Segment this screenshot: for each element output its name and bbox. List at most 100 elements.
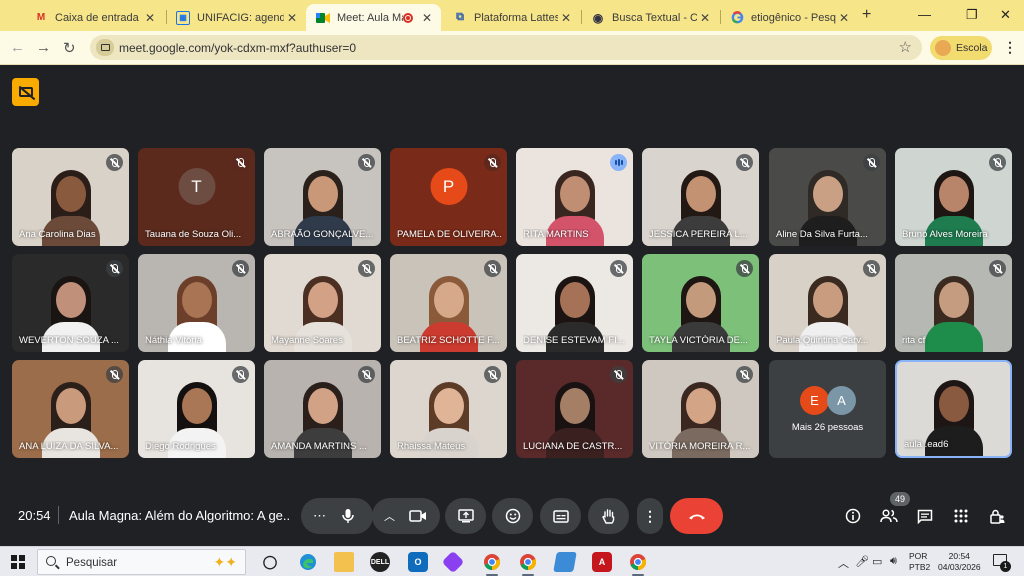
participant-tile[interactable]: AMANDA MARTINS ... — [264, 360, 381, 458]
back-icon[interactable]: ← — [10, 39, 25, 56]
bookmark-star-icon[interactable]: ☆ — [899, 38, 912, 56]
participant-tile[interactable]: Diego Rodrigues — [138, 360, 255, 458]
reload-icon[interactable]: ↻ — [63, 39, 76, 57]
participant-tile[interactable]: LUCIANA DE CASTR... — [516, 360, 633, 458]
participant-tile[interactable]: ANA LUIZA DA SILVA... — [12, 360, 129, 458]
address-bar[interactable]: meet.google.com/yok-cdxm-mxf?authuser=0 … — [90, 35, 922, 60]
chat-button[interactable] — [915, 506, 935, 526]
keyboard-layout: PTB2 — [909, 562, 931, 572]
people-button[interactable] — [879, 506, 899, 526]
participant-tile[interactable]: Ana Carolina Dias — [12, 148, 129, 246]
close-icon[interactable]: ✕ — [419, 11, 435, 25]
participant-tile[interactable]: TAYLA VICTÓRIA DE... — [642, 254, 759, 352]
profile-button[interactable]: Escola — [930, 36, 992, 60]
close-icon[interactable]: ✕ — [836, 11, 852, 25]
participant-name: RITA MARTINS — [523, 229, 589, 240]
people-icon — [880, 509, 898, 523]
microphone-icon[interactable] — [342, 508, 354, 524]
activities-button[interactable] — [951, 506, 971, 526]
participant-tile[interactable]: JESSICA PEREIRA L... — [642, 148, 759, 246]
mic-off-icon — [989, 154, 1006, 171]
camera-permission-icon[interactable] — [96, 39, 114, 56]
participant-tile[interactable]: Bruno Alves Moreira — [895, 148, 1012, 246]
taskbar-search-box[interactable]: Pesquisar ✦✦ — [37, 549, 246, 575]
chrome-profile-2-icon[interactable] — [628, 552, 648, 576]
paint-icon[interactable] — [553, 552, 577, 572]
tab-title: Meet: Aula Magn — [337, 11, 403, 24]
participant-tile[interactable]: rita cf — [895, 254, 1012, 352]
edge-icon[interactable] — [298, 552, 318, 572]
participant-tile[interactable]: VITÓRIA MOREIRA R... — [642, 360, 759, 458]
tab-title: etiogênico - Pesquisa — [751, 11, 836, 24]
dell-icon[interactable]: DELL — [370, 552, 390, 572]
tab-unifacig[interactable]: ▦ UNIFACIG: agenda - c ✕ — [166, 4, 306, 31]
chrome-icon[interactable] — [482, 552, 502, 576]
tab-busca[interactable]: ◉ Busca Textual - Currí ✕ — [581, 4, 719, 31]
windows-start-icon[interactable] — [11, 555, 25, 569]
host-controls-button[interactable] — [987, 506, 1007, 526]
input-language[interactable]: POR PTB2 — [909, 551, 930, 573]
participant-name: BEATRIZ SCHOTTE F... — [397, 335, 500, 346]
url-text[interactable]: meet.google.com/yok-cdxm-mxf?authuser=0 — [119, 41, 356, 55]
participant-tile[interactable]: Paula Quintina Carv... — [769, 254, 886, 352]
participant-tile[interactable]: Aline Da Silva Furta... — [769, 148, 886, 246]
task-view-icon[interactable]: ◯ — [260, 552, 280, 572]
volume-icon[interactable]: 🔊︎ — [890, 555, 897, 568]
participant-tile[interactable]: RITA MARTINS — [516, 148, 633, 246]
participant-tile[interactable]: T Tauana de Souza Oli... — [138, 148, 255, 246]
participant-tile[interactable]: DENISE ESTEVAM FI... — [516, 254, 633, 352]
reactions-button[interactable] — [492, 498, 533, 534]
microphone-tray-icon[interactable]: 🎤︎ — [855, 555, 869, 568]
tab-meet[interactable]: Meet: Aula Magn ✕ — [306, 4, 441, 31]
raise-hand-button[interactable] — [588, 498, 629, 534]
restore-icon[interactable]: ❐ — [966, 7, 978, 23]
mic-off-icon — [232, 154, 249, 171]
file-explorer-icon[interactable] — [334, 552, 354, 572]
browser-menu-icon[interactable]: ⋮ — [1003, 39, 1017, 56]
participant-tile[interactable]: WEVERTON SOUZA ... — [12, 254, 129, 352]
minimize-icon[interactable]: — — [918, 7, 931, 22]
acrobat-icon[interactable]: A — [592, 552, 612, 572]
participant-name: Náthia Vitória — [145, 335, 202, 346]
participant-tile[interactable]: P PAMELA DE OLIVEIRA... — [390, 148, 507, 246]
system-time: 20:54 — [948, 551, 970, 561]
participant-name: VITÓRIA MOREIRA R... — [649, 441, 751, 452]
more-audio-options-icon[interactable]: ⋯ — [313, 508, 327, 524]
meeting-clock: 20:54 — [18, 508, 51, 523]
participant-tile[interactable]: Mayanne Soares — [264, 254, 381, 352]
leave-call-button[interactable] — [670, 498, 723, 534]
app-icon[interactable] — [441, 550, 465, 574]
more-options-button[interactable]: ⋮ — [637, 498, 663, 534]
close-icon[interactable]: ✕ — [558, 11, 574, 25]
captions-button[interactable] — [540, 498, 581, 534]
close-window-icon[interactable]: ✕ — [1000, 7, 1011, 23]
close-icon[interactable]: ✕ — [697, 11, 713, 25]
present-screen-button[interactable] — [445, 498, 486, 534]
chevron-up-icon[interactable]: ︿ — [384, 508, 395, 524]
chevron-up-icon[interactable]: ︿ — [838, 555, 849, 571]
participant-tile[interactable]: Náthia Vitória — [138, 254, 255, 352]
system-clock[interactable]: 20:54 04/03/2026 — [938, 551, 981, 573]
camera-icon[interactable] — [409, 510, 427, 522]
participant-tile[interactable]: ABRAÃO GONÇALVE... — [264, 148, 381, 246]
outlook-icon[interactable]: O — [408, 552, 428, 572]
tab-lattes[interactable]: ⧉ Plataforma Lattes ✕ — [443, 4, 580, 31]
recording-icon — [403, 12, 413, 23]
new-tab-icon[interactable]: + — [862, 6, 871, 24]
participant-tile[interactable]: BEATRIZ SCHOTTE F... — [390, 254, 507, 352]
camera-off-indicator-icon[interactable] — [12, 78, 39, 106]
forward-icon[interactable]: → — [36, 39, 51, 56]
close-icon[interactable]: ✕ — [284, 11, 300, 25]
battery-icon[interactable]: ▭ — [872, 555, 882, 568]
participant-name: Ana Carolina Dias — [19, 229, 96, 240]
more-participants-tile[interactable]: E A Mais 26 pessoas — [769, 360, 886, 458]
participant-tile[interactable]: Rhaissa Mateus — [390, 360, 507, 458]
self-video-tile[interactable]: aula .ead6 — [895, 360, 1012, 458]
tab-google-search[interactable]: etiogênico - Pesquisa ✕ — [720, 4, 858, 31]
meeting-info-button[interactable] — [843, 506, 863, 526]
tab-gmail[interactable]: M Caixa de entrada (229 ✕ — [24, 4, 164, 31]
chrome-profile-icon[interactable] — [518, 552, 538, 576]
profile-label: Escola — [956, 42, 988, 54]
close-icon[interactable]: ✕ — [142, 11, 158, 25]
browser-tab-strip: M Caixa de entrada (229 ✕ ▦ UNIFACIG: ag… — [0, 0, 1024, 31]
